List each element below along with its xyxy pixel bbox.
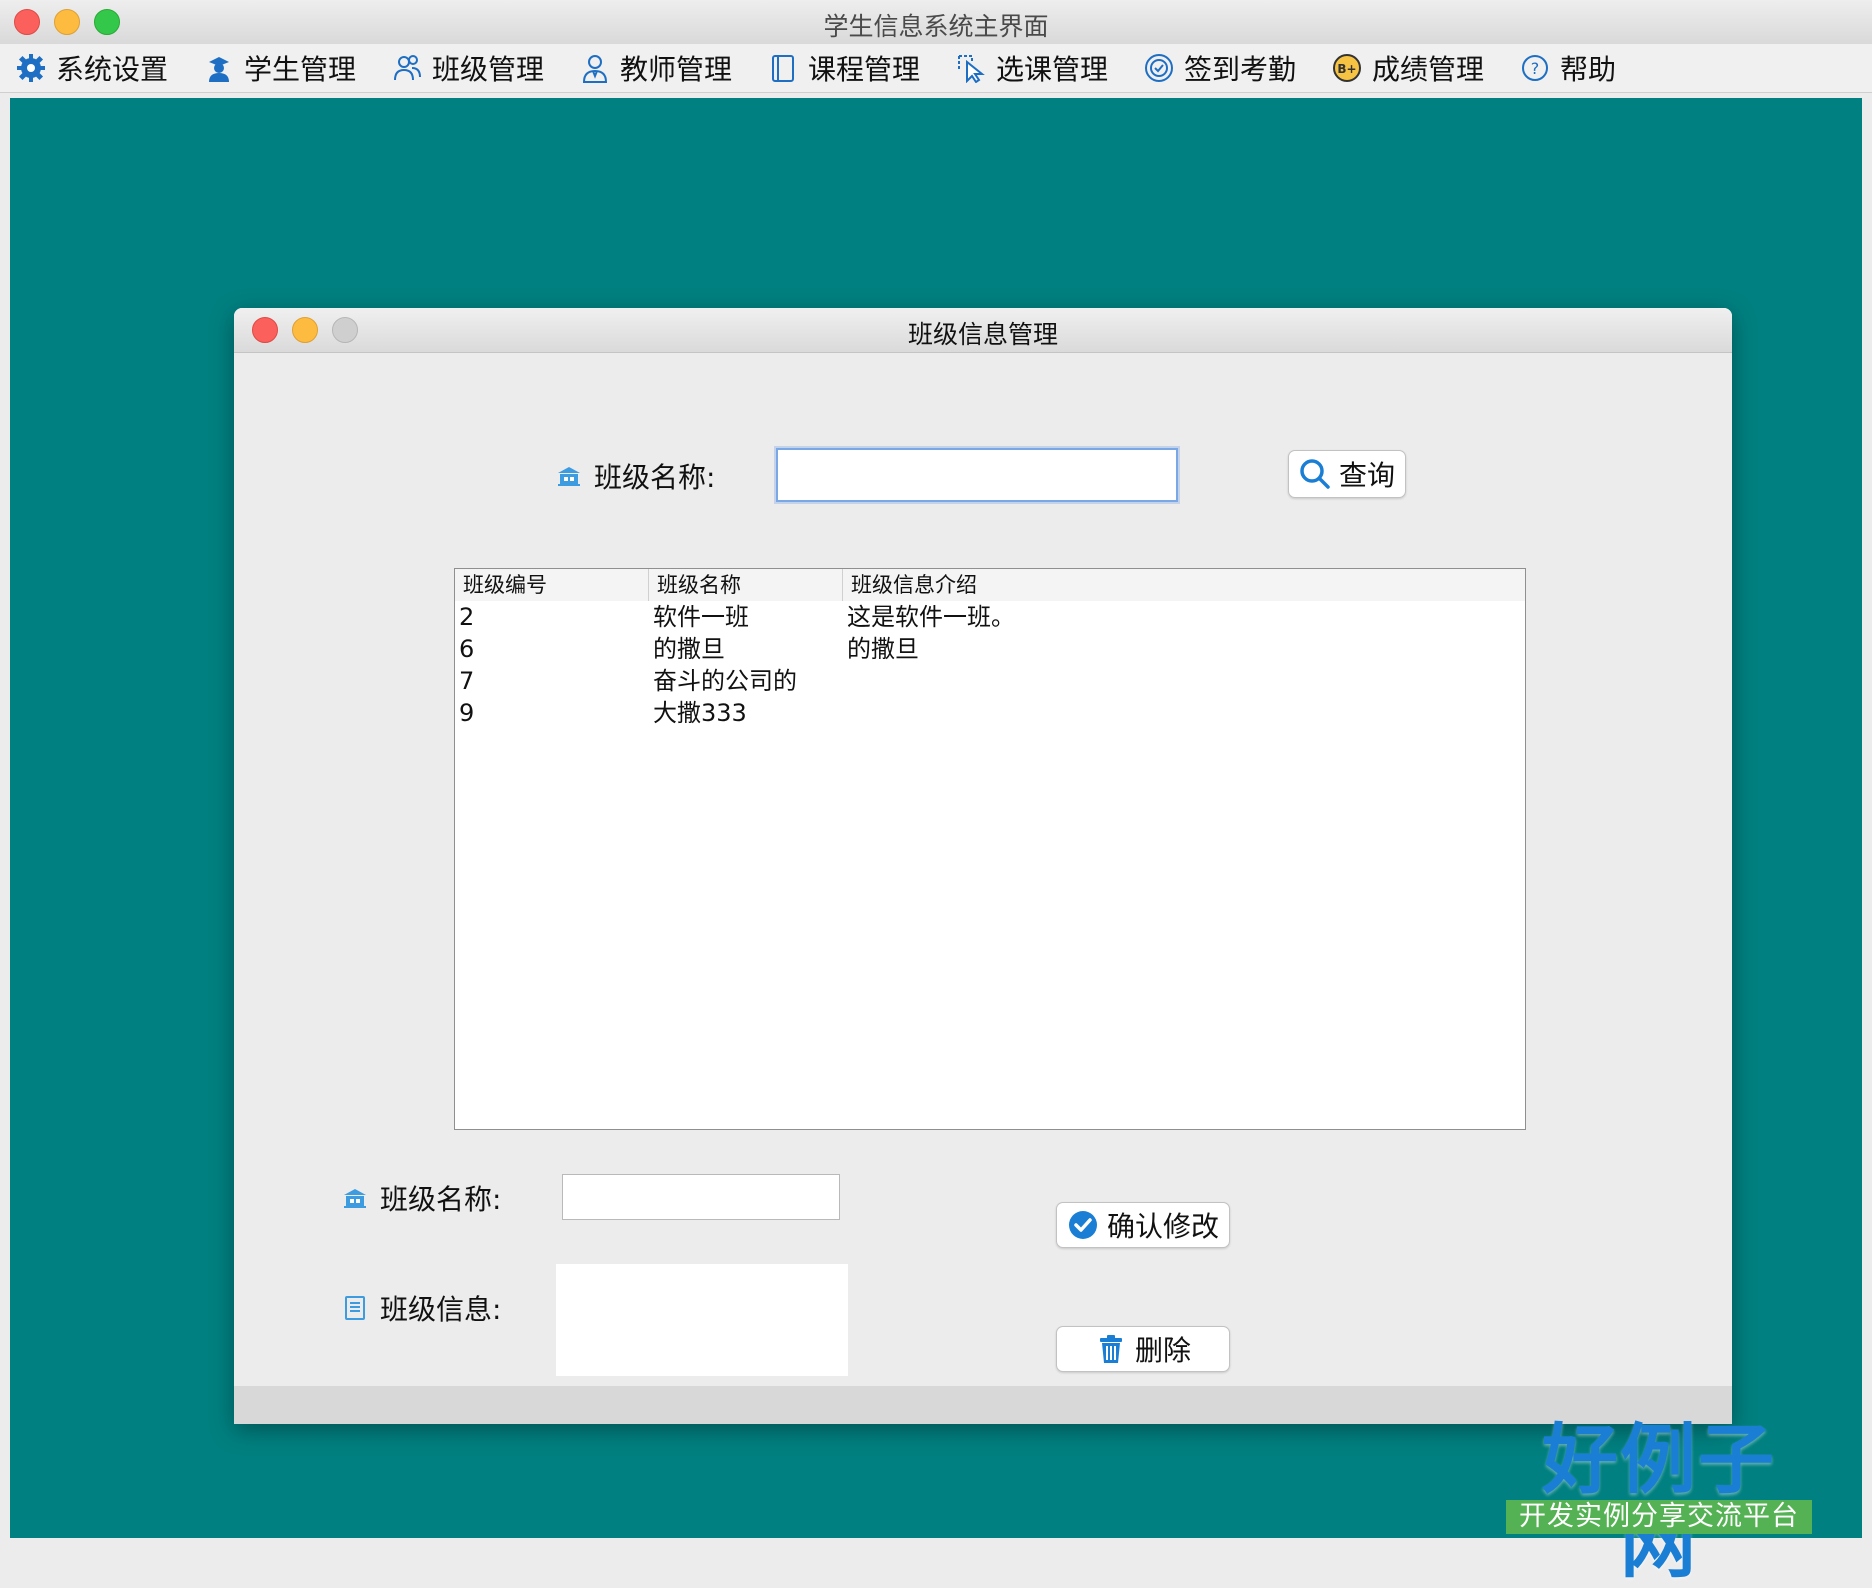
cell-class-id: 7 xyxy=(459,667,475,695)
class-info-dialog: 班级信息管理 班级名称: 查询 班级编号 班级名称 班级信息介绍 2 软件一班 … xyxy=(234,308,1732,1424)
site-logo: 好例子网 开发实例分享交流平台 xyxy=(1506,1418,1812,1586)
menu-attendance[interactable]: 签到考勤 xyxy=(1144,44,1296,92)
menu-label: 帮助 xyxy=(1560,53,1617,86)
svg-text:B+: B+ xyxy=(1337,62,1356,76)
cell-class-info xyxy=(843,665,847,697)
grade-icon: B+ xyxy=(1332,53,1362,83)
table-row[interactable]: 6 的撒旦 的撒旦 xyxy=(455,633,1525,665)
menu-label: 系统设置 xyxy=(56,53,169,86)
delete-label: 删除 xyxy=(1134,1334,1191,1367)
edit-class-info-textarea[interactable] xyxy=(556,1264,848,1376)
menu-help[interactable]: ? 帮助 xyxy=(1520,44,1616,92)
cell-class-name: 的撒旦 xyxy=(653,635,725,663)
help-icon: ? xyxy=(1520,53,1550,83)
cell-class-id: 6 xyxy=(459,635,475,663)
class-group-icon xyxy=(392,53,422,83)
cell-class-name: 奋斗的公司的 xyxy=(653,667,797,695)
menu-course-management[interactable]: 课程管理 xyxy=(768,44,920,92)
table-row[interactable]: 7 奋斗的公司的 xyxy=(455,665,1525,697)
document-icon xyxy=(342,1295,368,1321)
menu-system-settings[interactable]: 系统设置 xyxy=(16,44,168,92)
trash-icon xyxy=(1095,1333,1127,1365)
table-row[interactable]: 9 大撒333 xyxy=(455,697,1525,729)
cell-class-name: 大撒333 xyxy=(653,699,747,727)
search-icon xyxy=(1299,458,1331,490)
cursor-select-icon xyxy=(956,53,986,83)
menu-label: 学生管理 xyxy=(244,53,357,86)
dialog-title: 班级信息管理 xyxy=(907,320,1058,349)
checkmark-icon xyxy=(1067,1209,1099,1241)
main-title-bar: 学生信息系统主界面 xyxy=(0,0,1872,45)
confirm-edit-button[interactable]: 确认修改 xyxy=(1056,1202,1230,1248)
cell-class-info: 的撒旦 xyxy=(847,635,919,663)
edit-class-info-label: 班级信息: xyxy=(342,1288,501,1328)
menu-teacher-management[interactable]: 教师管理 xyxy=(580,44,732,92)
table-row[interactable]: 2 软件一班 这是软件一班。 xyxy=(455,601,1525,633)
column-header-class-info[interactable]: 班级信息介绍 xyxy=(843,569,1525,601)
search-label-text: 班级名称: xyxy=(594,461,716,494)
menu-label: 成绩管理 xyxy=(1372,53,1485,86)
window-title: 学生信息系统主界面 xyxy=(823,12,1049,41)
menu-label: 班级管理 xyxy=(432,53,545,86)
edit-info-label-text: 班级信息: xyxy=(380,1293,502,1326)
teacher-icon xyxy=(580,53,610,83)
student-icon xyxy=(204,53,234,83)
query-button[interactable]: 查询 xyxy=(1288,450,1406,498)
class-building-icon xyxy=(556,463,582,489)
cell-class-info: 这是软件一班。 xyxy=(847,603,1015,631)
edit-class-name-label: 班级名称: xyxy=(342,1178,501,1218)
menu-bar: 系统设置 学生管理 班级管理 教师管理 课程管理 选课管理 签到考勤 B+ 成绩… xyxy=(0,44,1872,93)
cell-class-info xyxy=(843,697,847,729)
menu-label: 教师管理 xyxy=(620,53,733,86)
menu-grade-management[interactable]: B+ 成绩管理 xyxy=(1332,44,1484,92)
menu-label: 签到考勤 xyxy=(1184,53,1297,86)
svg-text:?: ? xyxy=(1531,59,1540,78)
menu-course-selection[interactable]: 选课管理 xyxy=(956,44,1108,92)
search-class-name-label: 班级名称: xyxy=(556,456,715,496)
menu-class-management[interactable]: 班级管理 xyxy=(392,44,544,92)
sign-in-icon xyxy=(1144,53,1174,83)
menu-student-management[interactable]: 学生管理 xyxy=(204,44,356,92)
column-header-class-id[interactable]: 班级编号 xyxy=(455,569,649,601)
menu-label: 课程管理 xyxy=(808,53,921,86)
delete-button[interactable]: 删除 xyxy=(1056,1326,1230,1372)
cell-class-id: 9 xyxy=(459,699,475,727)
search-class-name-input[interactable] xyxy=(776,448,1178,502)
edit-name-label-text: 班级名称: xyxy=(380,1183,502,1216)
class-table[interactable]: 班级编号 班级名称 班级信息介绍 2 软件一班 这是软件一班。 6 的撒旦 的撒… xyxy=(454,568,1526,1130)
menu-label: 选课管理 xyxy=(996,53,1109,86)
class-building-icon xyxy=(342,1185,368,1211)
table-header: 班级编号 班级名称 班级信息介绍 xyxy=(455,569,1525,601)
gear-icon xyxy=(16,53,46,83)
column-header-class-name[interactable]: 班级名称 xyxy=(649,569,843,601)
query-button-label: 查询 xyxy=(1338,459,1395,492)
cell-class-name: 软件一班 xyxy=(653,603,749,631)
cell-class-id: 2 xyxy=(459,603,475,631)
edit-class-name-input[interactable] xyxy=(562,1174,840,1220)
book-icon xyxy=(768,53,798,83)
confirm-edit-label: 确认修改 xyxy=(1106,1210,1219,1243)
logo-sub-text: 开发实例分享交流平台 xyxy=(1506,1500,1812,1534)
dialog-title-bar[interactable]: 班级信息管理 xyxy=(234,308,1732,353)
